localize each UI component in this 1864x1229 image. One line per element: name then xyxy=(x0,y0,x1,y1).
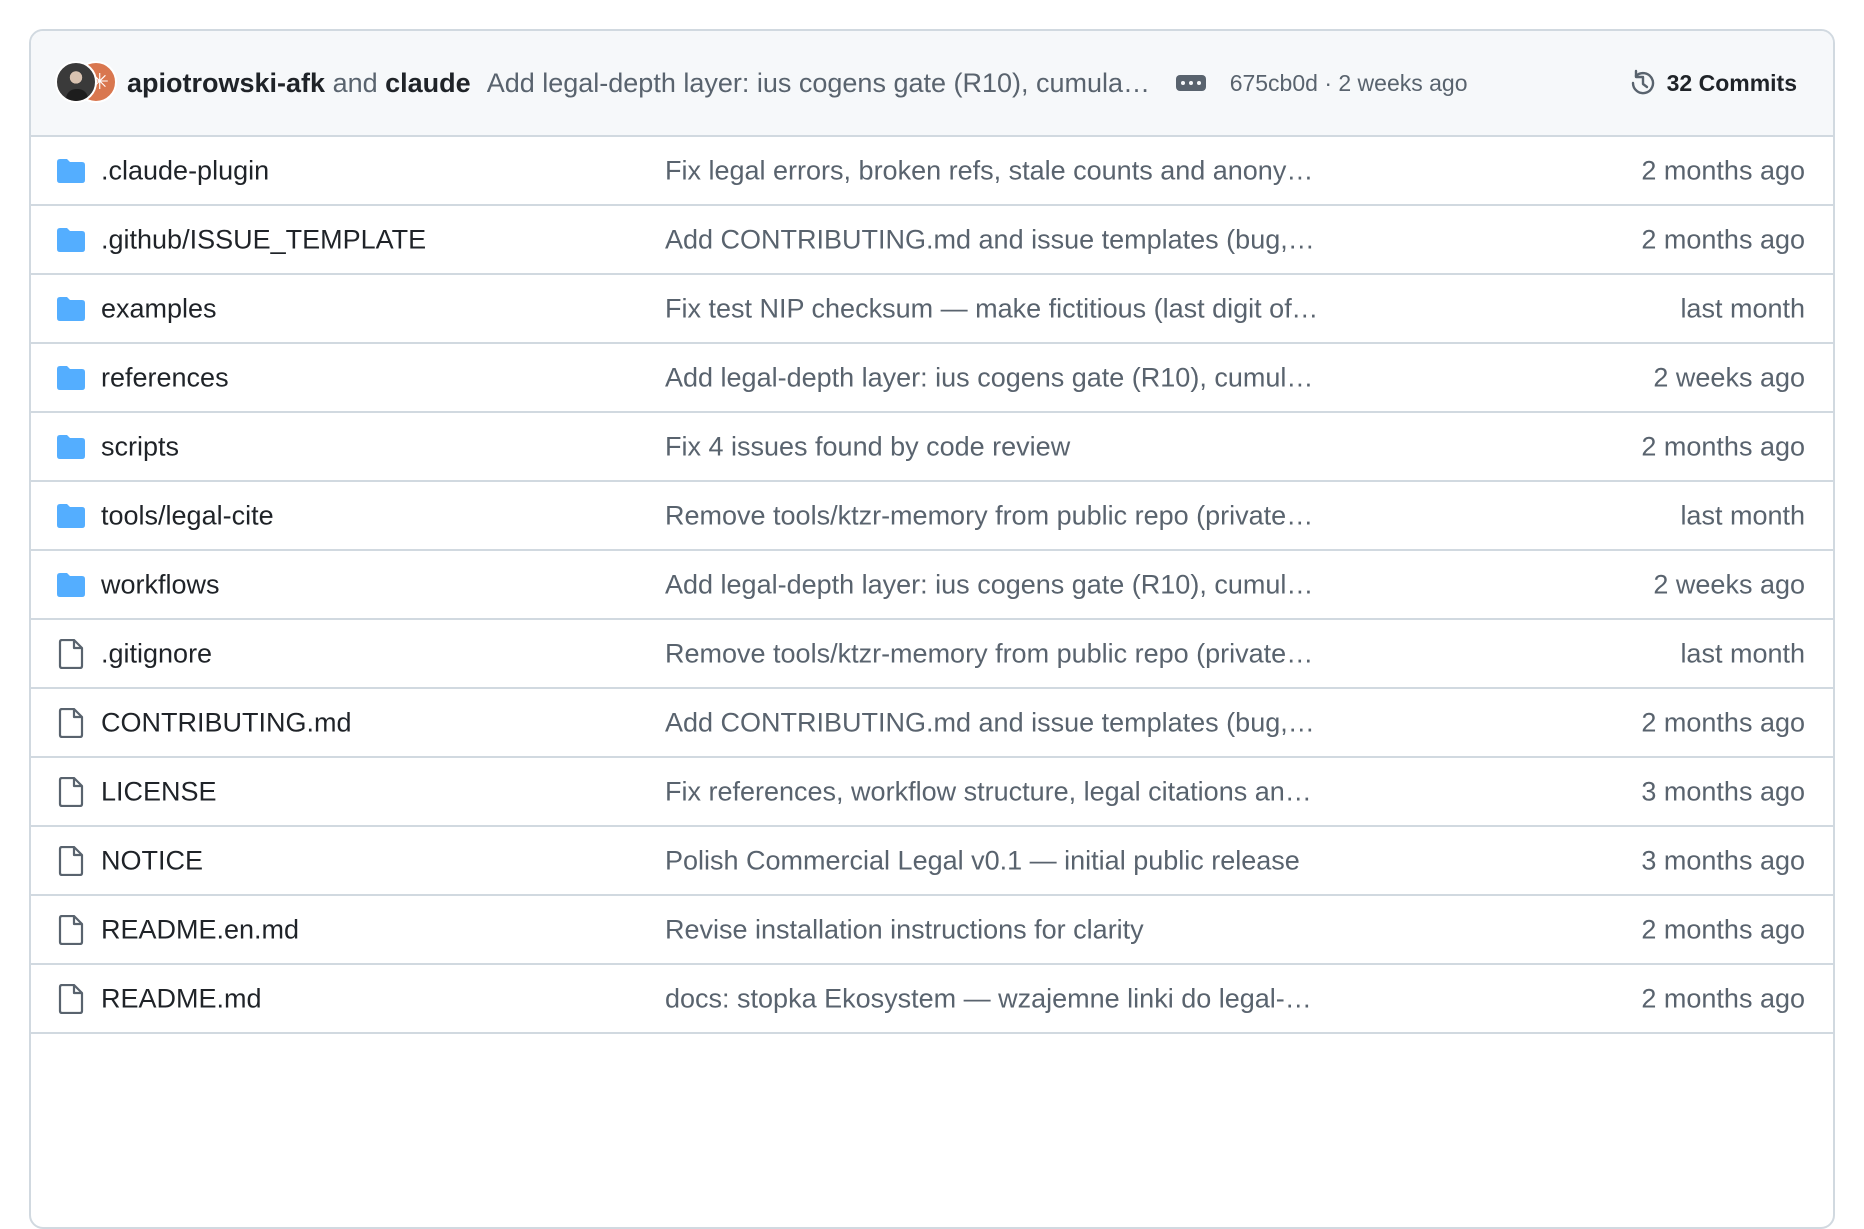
file-commit-age: 2 months ago xyxy=(1641,431,1805,461)
file-commit-message-link[interactable]: Fix references, workflow structure, lega… xyxy=(665,776,1320,807)
file-commit-message-link[interactable]: Add CONTRIBUTING.md and issue templates … xyxy=(665,224,1320,255)
file-row[interactable]: LICENSE Fix references, workflow structur… xyxy=(31,758,1833,827)
file-commit-age: last month xyxy=(1680,293,1805,323)
file-commit-message-link[interactable]: Fix test NIP checksum — make fictitious … xyxy=(665,293,1320,324)
file-name-link[interactable]: README.md xyxy=(101,983,262,1014)
dot-icon xyxy=(1180,81,1185,85)
file-row[interactable]: README.en.md Revise installation instruct… xyxy=(31,896,1833,965)
file-row[interactable]: .claude-plugin Fix legal errors, broken r… xyxy=(31,137,1833,206)
file-commit-message-link[interactable]: Polish Commercial Legal v0.1 — initial p… xyxy=(665,845,1320,876)
folder-icon-wrapper xyxy=(56,294,86,324)
file-row[interactable]: references Add legal-depth layer: ius cog… xyxy=(31,344,1833,413)
history-clock-icon xyxy=(1631,69,1654,95)
file-row[interactable]: .github/ISSUE_TEMPLATE Add CONTRIBUTING.m… xyxy=(31,206,1833,275)
file-name-link[interactable]: NOTICE xyxy=(101,845,203,876)
file-name-link[interactable]: tools/legal-cite xyxy=(101,500,274,531)
file-row[interactable]: scripts Fix 4 issues found by code review… xyxy=(31,413,1833,482)
file-commit-age: 2 months ago xyxy=(1641,707,1805,737)
file-icon-wrapper xyxy=(56,638,86,669)
folder-icon-wrapper xyxy=(56,363,86,393)
commits-count-label: 32 Commits xyxy=(1666,69,1797,96)
file-name-link[interactable]: README.en.md xyxy=(101,914,299,945)
folder-icon xyxy=(57,365,85,390)
folder-icon-wrapper xyxy=(56,225,86,255)
file-icon-wrapper xyxy=(56,914,86,945)
file-commit-age: 2 months ago xyxy=(1641,155,1805,185)
folder-icon xyxy=(57,434,85,459)
file-commit-message-link[interactable]: Fix legal errors, broken refs, stale cou… xyxy=(665,155,1320,186)
file-commit-age: 2 weeks ago xyxy=(1653,569,1805,599)
folder-icon xyxy=(57,503,85,528)
file-icon-wrapper xyxy=(56,707,86,738)
file-row[interactable]: tools/legal-cite Remove tools/ktzr-memory… xyxy=(31,482,1833,551)
user-avatar-icon[interactable] xyxy=(55,61,97,103)
file-icon xyxy=(58,845,84,876)
file-commit-age: 3 months ago xyxy=(1641,776,1805,806)
file-commit-age: 2 months ago xyxy=(1641,983,1805,1013)
commit-sha-and-time[interactable]: 675cb0d · 2 weeks ago xyxy=(1230,70,1468,97)
file-commit-age: 2 months ago xyxy=(1641,224,1805,254)
folder-icon-wrapper xyxy=(56,501,86,531)
file-row[interactable]: examples Fix test NIP checksum — make fic… xyxy=(31,275,1833,344)
file-icon xyxy=(58,707,84,738)
file-commit-age: 2 weeks ago xyxy=(1653,362,1805,392)
author-joiner: and xyxy=(332,67,378,98)
file-row[interactable]: CONTRIBUTING.md Add CONTRIBUTING.md and i… xyxy=(31,689,1833,758)
file-icon xyxy=(58,776,84,807)
file-row[interactable]: .gitignore Remove tools/ktzr-memory from … xyxy=(31,620,1833,689)
file-row[interactable]: NOTICE Polish Commercial Legal v0.1 — ini… xyxy=(31,827,1833,896)
file-icon-wrapper xyxy=(56,776,86,807)
file-name-link[interactable]: LICENSE xyxy=(101,776,217,807)
dot-icon xyxy=(1188,81,1193,85)
file-name-link[interactable]: .gitignore xyxy=(101,638,212,669)
commit-authors: apiotrowski-afk and claude xyxy=(127,68,471,99)
folder-icon-wrapper xyxy=(56,432,86,462)
file-name-link[interactable]: .github/ISSUE_TEMPLATE xyxy=(101,224,426,255)
commits-history-link[interactable]: 32 Commits xyxy=(1627,31,1797,135)
file-commit-message-link[interactable]: Add legal-depth layer: ius cogens gate (… xyxy=(665,569,1320,600)
file-commit-age: 2 months ago xyxy=(1641,914,1805,944)
folder-icon xyxy=(57,158,85,183)
file-icon-wrapper xyxy=(56,983,86,1014)
file-name-link[interactable]: examples xyxy=(101,293,217,324)
file-name-link[interactable]: references xyxy=(101,362,229,393)
file-row[interactable]: workflows Add legal-depth layer: ius coge… xyxy=(31,551,1833,620)
author-link-secondary[interactable]: claude xyxy=(385,68,471,98)
folder-icon xyxy=(57,572,85,597)
dot-icon xyxy=(1196,81,1201,85)
file-row[interactable]: README.md docs: stopka Ekosystem — wzajem… xyxy=(31,965,1833,1034)
file-commit-age: last month xyxy=(1680,638,1805,668)
file-name-link[interactable]: CONTRIBUTING.md xyxy=(101,707,352,738)
file-commit-age: last month xyxy=(1680,500,1805,530)
file-name-link[interactable]: scripts xyxy=(101,431,179,462)
file-commit-message-link[interactable]: Revise installation instructions for cla… xyxy=(665,914,1320,945)
file-icon xyxy=(58,638,84,669)
file-icon xyxy=(58,914,84,945)
file-commit-message-link[interactable]: Add CONTRIBUTING.md and issue templates … xyxy=(665,707,1320,738)
latest-commit-bar: ✳ apiotrowski-afk and claude Add legal-d… xyxy=(31,31,1833,137)
file-icon xyxy=(58,983,84,1014)
file-commit-message-link[interactable]: docs: stopka Ekosystem — wzajemne linki … xyxy=(665,983,1320,1014)
file-commit-message-link[interactable]: Remove tools/ktzr-memory from public rep… xyxy=(665,638,1320,669)
folder-icon xyxy=(57,296,85,321)
file-list: .claude-plugin Fix legal errors, broken r… xyxy=(31,137,1833,1034)
folder-icon xyxy=(57,227,85,252)
file-commit-message-link[interactable]: Add legal-depth layer: ius cogens gate (… xyxy=(665,362,1320,393)
author-link-primary[interactable]: apiotrowski-afk xyxy=(127,68,325,98)
latest-commit-message[interactable]: Add legal-depth layer: ius cogens gate (… xyxy=(487,68,1152,99)
expand-commit-message-button[interactable] xyxy=(1175,75,1206,91)
file-commit-age: 3 months ago xyxy=(1641,845,1805,875)
file-icon-wrapper xyxy=(56,845,86,876)
file-commit-message-link[interactable]: Remove tools/ktzr-memory from public rep… xyxy=(665,500,1320,531)
author-avatars[interactable]: ✳ xyxy=(55,61,117,105)
folder-icon-wrapper xyxy=(56,570,86,600)
file-name-link[interactable]: .claude-plugin xyxy=(101,155,269,186)
folder-icon-wrapper xyxy=(56,156,86,186)
file-browser: ✳ apiotrowski-afk and claude Add legal-d… xyxy=(29,29,1835,1229)
file-name-link[interactable]: workflows xyxy=(101,569,220,600)
file-commit-message-link[interactable]: Fix 4 issues found by code review xyxy=(665,431,1320,462)
